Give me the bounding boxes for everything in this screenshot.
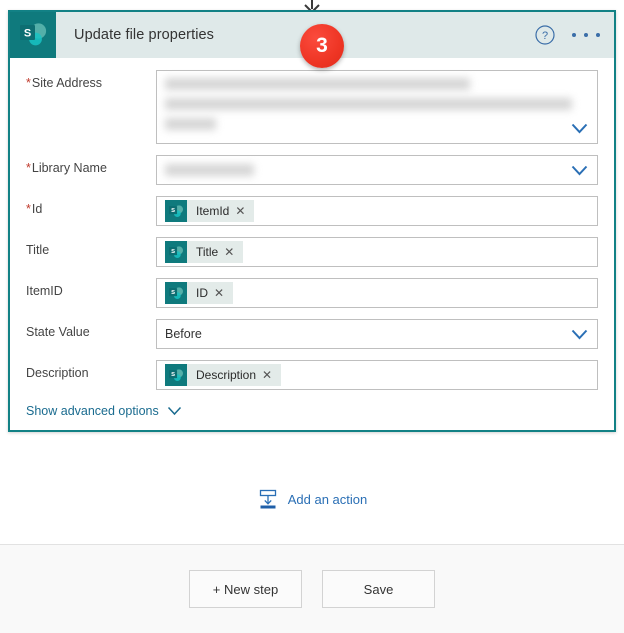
svg-text:S: S [24,27,31,39]
form-row-title: Title S Title ✕ [26,237,598,267]
svg-text:S: S [171,290,175,296]
chevron-down-icon[interactable] [571,123,588,134]
add-an-action-label: Add an action [287,491,368,507]
form-row-library-name: *Library Name [26,155,598,185]
redacted-content [165,164,589,176]
field-label-itemid: ItemID [26,284,63,298]
help-circle-icon[interactable]: ? [534,24,556,46]
ellipsis-icon[interactable] [572,24,600,46]
field-label-description: Description [26,366,89,380]
chevron-down-icon[interactable] [571,165,588,176]
title-input[interactable]: S Title ✕ [156,237,598,267]
sharepoint-logo-icon: S [165,241,187,263]
redacted-line [165,118,216,130]
required-indicator: * [26,202,31,216]
svg-text:S: S [171,249,175,255]
card-body: *Site Address *Library Name *Id S ItemId… [10,58,614,418]
form-row-description: Description S Description ✕ [26,360,598,390]
sharepoint-logo-icon: S [10,12,56,58]
sharepoint-logo-icon: S [165,282,187,304]
redacted-line [165,98,573,110]
redacted-line [165,164,255,176]
add-an-action-button[interactable]: Add an action [0,488,624,510]
close-icon[interactable]: ✕ [224,246,243,258]
show-advanced-options-link[interactable]: Show advanced options [26,404,598,418]
token-label: Description [196,368,257,382]
form-row-site-address: *Site Address [26,70,598,144]
new-step-button[interactable]: + New step [189,570,302,608]
library-name-input[interactable] [156,155,598,185]
state-value-selected: Before [165,327,202,341]
state-value-select[interactable]: Before [156,319,598,349]
save-button[interactable]: Save [322,570,435,608]
form-row-id: *Id S ItemId ✕ [26,196,598,226]
token-chip[interactable]: S Description ✕ [165,364,282,386]
page-title: Update file properties [74,27,215,43]
token-chip[interactable]: S ItemId ✕ [165,200,255,222]
field-label-title: Title [26,243,50,257]
itemid-input[interactable]: S ID ✕ [156,278,598,308]
description-input[interactable]: S Description ✕ [156,360,598,390]
chevron-down-icon [167,406,181,416]
token-chip[interactable]: S ID ✕ [165,282,234,304]
field-label-library-name: *Library Name [26,161,107,175]
sharepoint-logo-icon: S [165,200,187,222]
svg-text:S: S [171,372,175,378]
sharepoint-logo-icon: S [165,364,187,386]
token-label: Title [196,245,219,259]
insert-below-icon [259,489,276,509]
field-label-site-address: *Site Address [26,76,103,90]
token-chip[interactable]: S Title ✕ [165,241,244,263]
chevron-down-icon[interactable] [571,329,588,340]
close-icon[interactable]: ✕ [235,205,254,217]
form-row-itemid: ItemID S ID ✕ [26,278,598,308]
action-card[interactable]: S Update file properties ? 3 *Site Addre… [8,10,616,432]
field-label-state-value: State Value [26,325,90,339]
footer-toolbar: + New step Save [0,545,624,633]
show-advanced-options-label: Show advanced options [26,404,159,418]
svg-text:S: S [171,208,175,214]
form-row-state-value: State Value Before [26,319,598,349]
site-address-input[interactable] [156,70,598,144]
close-icon[interactable]: ✕ [214,287,233,299]
token-label: ID [196,286,208,300]
close-icon[interactable]: ✕ [262,369,281,381]
field-label-id: *Id [26,202,43,216]
required-indicator: * [26,76,31,90]
token-label: ItemId [196,204,230,218]
redacted-line [165,78,471,90]
id-input[interactable]: S ItemId ✕ [156,196,598,226]
redacted-content [165,78,589,138]
svg-text:?: ? [542,30,548,42]
required-indicator: * [26,161,31,175]
status-badge: 3 [300,24,344,68]
